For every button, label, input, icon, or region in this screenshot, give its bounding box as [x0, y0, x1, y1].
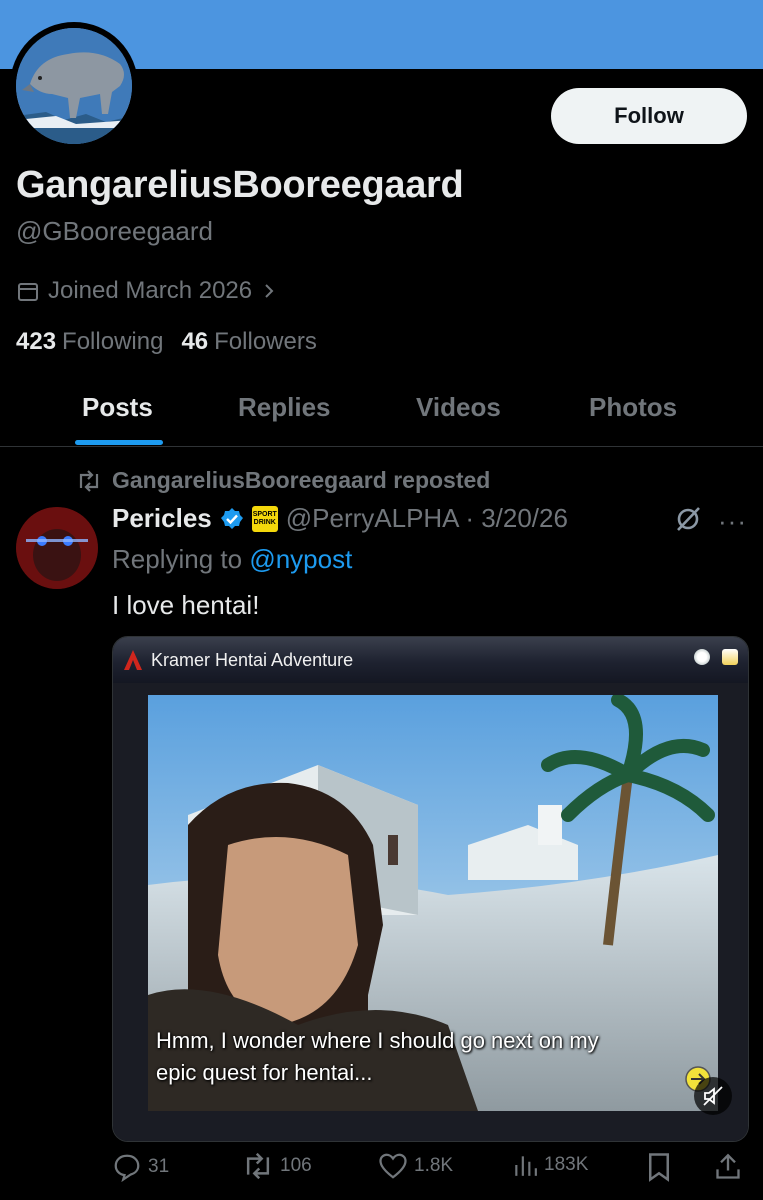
like-count: 1.8K — [414, 1155, 454, 1176]
views-action[interactable]: 183K — [512, 1152, 588, 1178]
speaker-muted-icon — [703, 1086, 723, 1106]
follow-button[interactable]: Follow — [551, 88, 747, 144]
window-help-icon — [694, 649, 710, 665]
reply-action[interactable]: 31 — [112, 1152, 169, 1182]
tab-photos[interactable]: Photos — [589, 392, 677, 423]
tab-posts[interactable]: Posts — [82, 392, 153, 423]
caption-line-1: Hmm, I wonder where I should go next on … — [156, 1028, 599, 1053]
reply-count: 31 — [148, 1156, 170, 1177]
mute-button[interactable] — [694, 1077, 732, 1115]
replying-handle-link[interactable]: @nypost — [249, 544, 352, 574]
tab-replies[interactable]: Replies — [238, 392, 331, 423]
repost-indicator[interactable]: GangareliusBooreegaard reposted — [76, 467, 490, 494]
bookmark-icon[interactable] — [646, 1152, 672, 1182]
reply-icon — [114, 1154, 140, 1182]
repost-icon — [79, 469, 99, 492]
window-controls — [694, 649, 738, 665]
window-toolbox-icon — [722, 649, 738, 665]
post-header: Pericles SPORT DRINK @PerryALPHA · 3/20/… — [112, 503, 568, 534]
profile-display-name: GangareliusBooreegaard — [16, 164, 464, 206]
repost-action[interactable]: 106 — [242, 1152, 312, 1180]
post-text: I love hentai! — [112, 590, 260, 620]
heart-icon — [379, 1153, 407, 1179]
media-window-titlebar: Kramer Hentai Adventure — [113, 637, 748, 683]
video-caption: Hmm, I wonder where I should go next on … — [156, 1025, 716, 1089]
replying-prefix: Replying to — [112, 544, 243, 574]
media-window-title: Kramer Hentai Adventure — [151, 649, 354, 670]
post-actions: 31 106 1.8K 183K — [112, 1152, 742, 1188]
active-tab-indicator — [75, 440, 163, 445]
post-handle-date[interactable]: @PerryALPHA · 3/20/26 — [286, 503, 568, 534]
post-author-avatar[interactable] — [16, 507, 98, 589]
repost-label: GangareliusBooreegaard reposted — [112, 467, 491, 493]
following-label: Following — [62, 328, 164, 355]
post-author-name[interactable]: Pericles — [112, 503, 212, 534]
video-scene: Hmm, I wonder where I should go next on … — [148, 695, 718, 1111]
views-chart-icon — [515, 1156, 537, 1176]
app-logo-icon — [124, 650, 142, 670]
affiliate-badge[interactable]: SPORT DRINK — [251, 505, 278, 532]
profile-tabs: Posts Replies Videos Photos — [0, 370, 763, 447]
grok-icon[interactable] — [674, 505, 702, 533]
replying-to: Replying to @nypost — [112, 544, 352, 575]
profile-handle: @GBooreegaard — [16, 216, 213, 246]
share-icon[interactable] — [714, 1152, 742, 1182]
more-options-icon[interactable]: ··· — [718, 506, 747, 537]
followers-label: Followers — [214, 328, 317, 355]
author-avatar-image — [16, 507, 98, 589]
avatar-image — [16, 28, 132, 144]
profile-avatar[interactable] — [10, 22, 138, 150]
repost-count: 106 — [280, 1155, 312, 1176]
follow-stats: 423 Following 46 Followers — [16, 328, 317, 356]
joined-date[interactable]: Joined March 2026 — [16, 277, 278, 305]
views-count: 183K — [544, 1154, 589, 1175]
following-link[interactable]: 423 Following — [16, 328, 163, 356]
chevron-right-icon — [265, 284, 274, 298]
joined-label: Joined March 2026 — [48, 277, 253, 304]
caption-line-2: epic quest for hentai... — [156, 1060, 373, 1085]
media-frame: Hmm, I wonder where I should go next on … — [113, 683, 748, 1141]
following-count: 423 — [16, 328, 57, 355]
verified-badge-icon[interactable] — [220, 507, 244, 531]
calendar-icon — [18, 283, 38, 301]
tab-videos[interactable]: Videos — [416, 392, 501, 423]
post-media[interactable]: Kramer Hentai Adventure Hmm, I wonder wh… — [112, 636, 749, 1142]
followers-link[interactable]: 46 Followers — [181, 328, 316, 356]
followers-count: 46 — [181, 328, 209, 355]
repost-action-icon — [246, 1152, 270, 1180]
like-action[interactable]: 1.8K — [378, 1152, 453, 1180]
